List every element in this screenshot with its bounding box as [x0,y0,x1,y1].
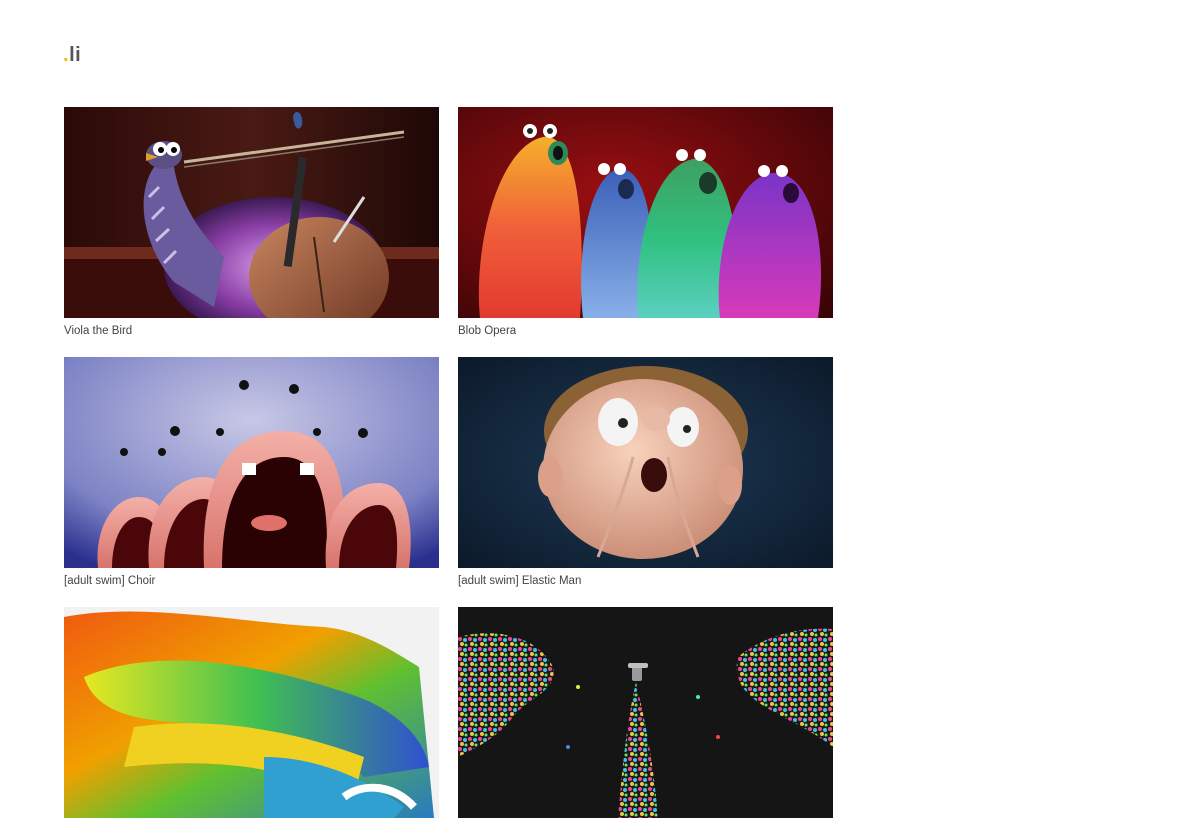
bird-with-violin-image [64,107,439,318]
project-thumbnail[interactable] [458,107,833,318]
project-card-adult-swim-choir[interactable]: [adult swim] Choir [64,357,439,588]
project-card-viola-the-bird[interactable]: Viola the Bird [64,107,439,338]
logo-text: li [69,44,82,66]
project-title[interactable]: Viola the Bird [64,324,439,338]
project-title[interactable]: [adult swim] Elastic Man [458,574,833,588]
site-logo[interactable]: .li [63,44,81,67]
project-grid: Viola the Bird Blob Opera [adult swim] C… [64,107,833,838]
project-thumbnail[interactable] [458,357,833,568]
project-title[interactable]: Blob Opera [458,324,833,338]
project-title[interactable]: [adult swim] Choir [64,574,439,588]
singing-mouths-image [64,357,439,568]
elastic-face-image [458,357,833,568]
project-thumbnail[interactable] [458,607,833,818]
project-card-paint-strokes[interactable] [64,607,439,838]
project-thumbnail[interactable] [64,107,439,318]
paint-strokes-image [64,607,439,818]
singing-blobs-image [458,107,833,318]
project-card-particle-fountain[interactable] [458,607,833,838]
project-thumbnail[interactable] [64,607,439,818]
project-card-blob-opera[interactable]: Blob Opera [458,107,833,338]
project-title[interactable] [64,824,439,838]
project-title[interactable] [458,824,833,838]
project-thumbnail[interactable] [64,357,439,568]
project-card-adult-swim-elastic-man[interactable]: [adult swim] Elastic Man [458,357,833,588]
particle-fountain-image [458,607,833,818]
